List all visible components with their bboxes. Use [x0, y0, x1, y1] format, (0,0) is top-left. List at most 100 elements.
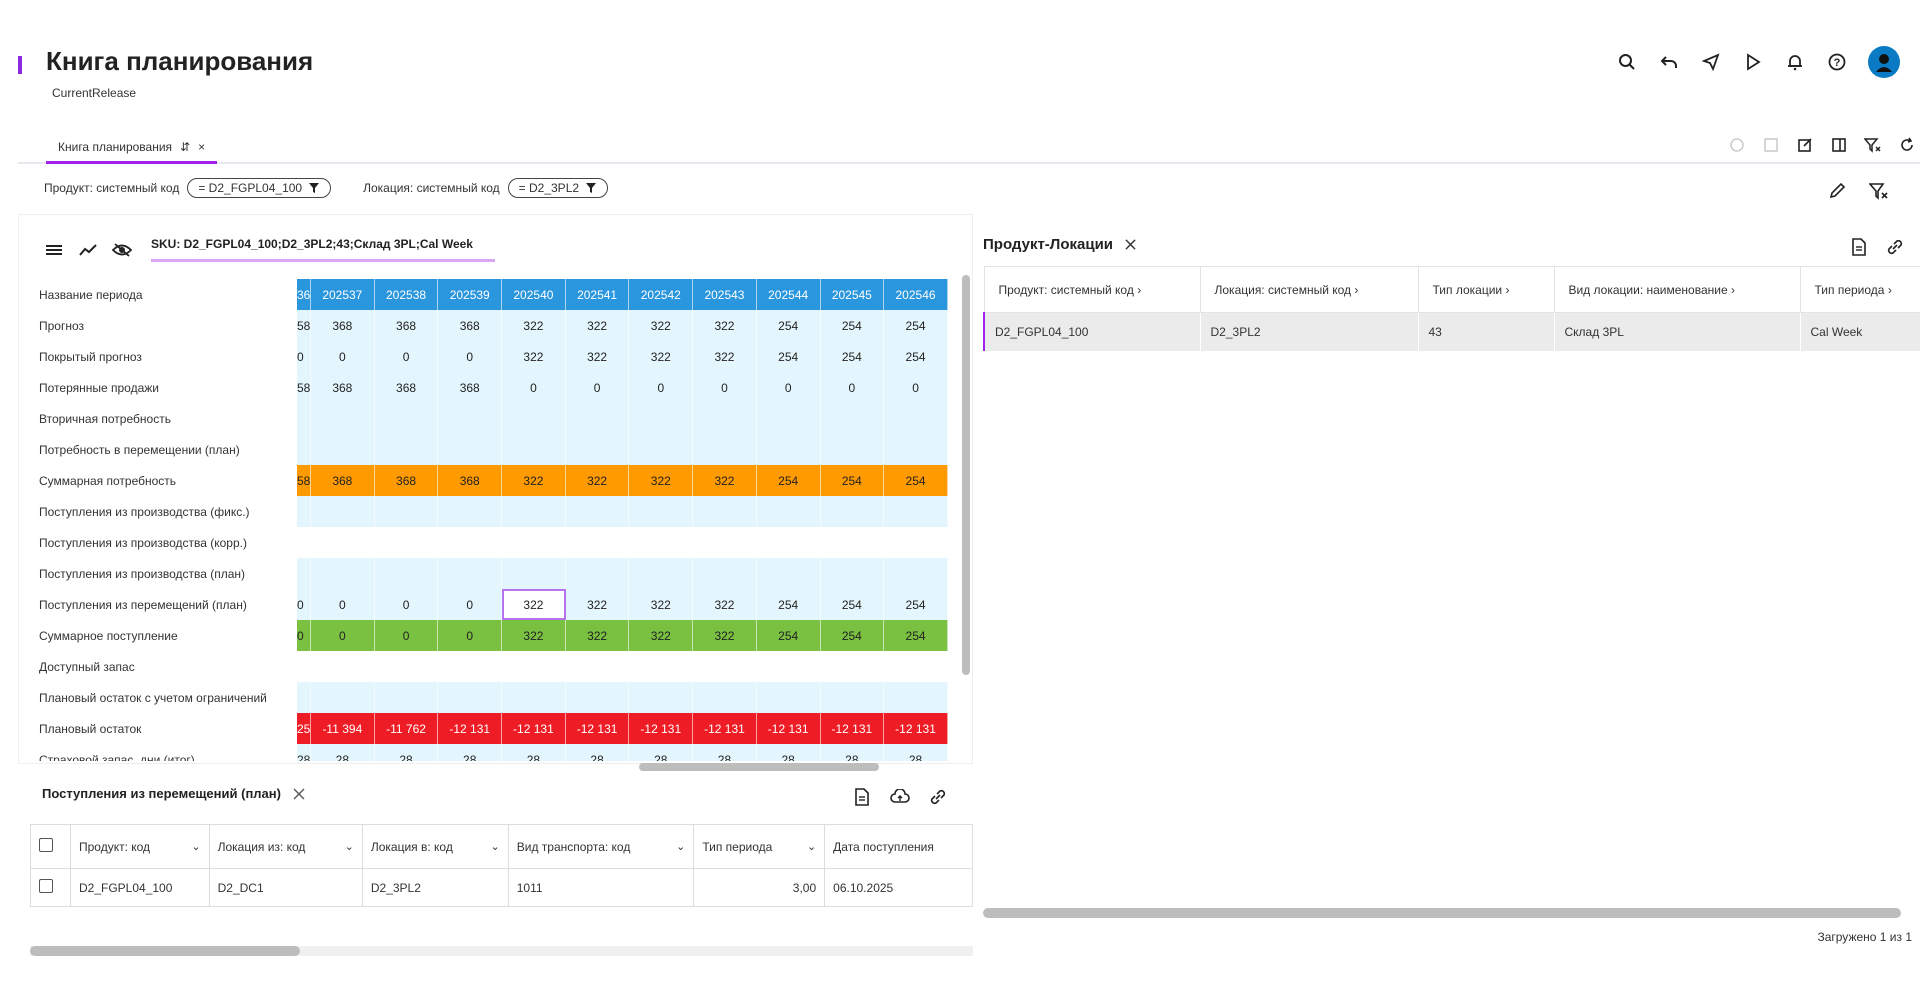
grid-cell[interactable]: 28: [693, 744, 757, 761]
grid-cell[interactable]: 28: [297, 744, 311, 761]
grid-cell[interactable]: [297, 434, 311, 465]
hide-icon[interactable]: [111, 239, 133, 261]
pin-icon[interactable]: ⇵: [180, 140, 190, 161]
grid-cell[interactable]: 28: [756, 744, 821, 761]
bell-icon[interactable]: [1784, 51, 1806, 73]
grid-cell[interactable]: 322: [565, 589, 630, 620]
grid-cell[interactable]: -12 131: [565, 713, 630, 744]
grid-cell[interactable]: [565, 527, 630, 558]
location-filter-chip[interactable]: = D2_3PL2: [507, 178, 609, 198]
grid-cell[interactable]: [502, 558, 566, 589]
period-header-cell[interactable]: 202542: [629, 279, 694, 310]
chevron-down-icon[interactable]: ⌄: [807, 840, 816, 853]
grid-cell[interactable]: [693, 558, 757, 589]
grid-cell[interactable]: -12 131: [884, 713, 948, 744]
grid-cell[interactable]: [311, 682, 375, 713]
grid-cell[interactable]: -12 131: [820, 713, 885, 744]
grid-cell[interactable]: 254: [884, 589, 948, 620]
grid-cell[interactable]: 322: [629, 465, 694, 496]
search-icon[interactable]: [1616, 51, 1638, 73]
edit-square-icon[interactable]: [1796, 136, 1814, 154]
grid-cell[interactable]: 322: [693, 310, 757, 341]
grid-cell[interactable]: [297, 403, 311, 434]
grid-cell[interactable]: [438, 558, 503, 589]
period-header-cell[interactable]: 202544: [756, 279, 821, 310]
row-checkbox[interactable]: [39, 879, 53, 893]
column-header[interactable]: Вид локации: наименование ›: [1553, 266, 1801, 313]
grid-cell[interactable]: 322: [565, 465, 630, 496]
grid-cell[interactable]: 0: [311, 341, 375, 372]
column-header[interactable]: Вид транспорта: код ⌄: [507, 824, 695, 869]
grid-cell[interactable]: 254: [756, 310, 821, 341]
horizontal-scrollbar[interactable]: [639, 763, 879, 771]
grid-cell[interactable]: 0: [565, 372, 630, 403]
chevron-down-icon[interactable]: ⌄: [345, 840, 354, 853]
grid-cell[interactable]: [756, 496, 821, 527]
grid-cell[interactable]: [629, 558, 694, 589]
chevron-right-icon[interactable]: ›: [1731, 283, 1735, 297]
undo-icon[interactable]: [1658, 51, 1680, 73]
grid-cell[interactable]: 28: [820, 744, 885, 761]
table-cell[interactable]: 1011: [507, 868, 695, 907]
period-header-cell[interactable]: 36: [297, 279, 311, 310]
grid-cell[interactable]: 28: [374, 744, 439, 761]
grid-cell[interactable]: 0: [297, 589, 311, 620]
period-header-cell[interactable]: 202543: [693, 279, 757, 310]
grid-cell[interactable]: [438, 682, 503, 713]
grid-cell[interactable]: 322: [693, 620, 757, 651]
grid-cell[interactable]: 28: [311, 744, 375, 761]
table-row[interactable]: D2_FGPL04_100 D2_DC1 D2_3PL2 1011 3,00 0…: [30, 868, 973, 907]
grid-cell[interactable]: [502, 403, 566, 434]
grid-cell[interactable]: [629, 651, 694, 682]
row-select-cell[interactable]: [30, 868, 71, 907]
chevron-down-icon[interactable]: ⌄: [676, 840, 685, 853]
column-header[interactable]: Продукт: код ⌄: [70, 824, 210, 869]
grid-cell[interactable]: [629, 496, 694, 527]
grid-cell[interactable]: [311, 527, 375, 558]
table-cell[interactable]: D2_3PL2: [361, 868, 509, 907]
grid-cell[interactable]: [756, 651, 821, 682]
tab-planning-book[interactable]: Книга планирования ⇵ ×: [46, 136, 218, 164]
grid-cell[interactable]: [884, 403, 948, 434]
chevron-right-icon[interactable]: ›: [1354, 283, 1358, 297]
grid-cell[interactable]: 0: [374, 341, 439, 372]
grid-cell[interactable]: 368: [374, 465, 439, 496]
avatar[interactable]: [1868, 46, 1900, 78]
period-header-cell[interactable]: 202546: [884, 279, 948, 310]
column-header[interactable]: Локация из: код ⌄: [208, 824, 363, 869]
grid-cell[interactable]: [629, 527, 694, 558]
column-header[interactable]: Тип периода ⌄: [693, 824, 826, 869]
grid-cell[interactable]: [374, 558, 439, 589]
grid-cell[interactable]: [693, 434, 757, 465]
grid-cell[interactable]: -11 394: [311, 713, 375, 744]
grid-cell[interactable]: [820, 527, 885, 558]
grid-cell[interactable]: 368: [311, 465, 375, 496]
grid-cell[interactable]: 28: [565, 744, 630, 761]
table-cell[interactable]: D2_3PL2: [1200, 312, 1419, 351]
grid-cell[interactable]: [884, 651, 948, 682]
grid-cell[interactable]: [438, 434, 503, 465]
period-header-cell[interactable]: 202538: [374, 279, 439, 310]
horizontal-scrollbar[interactable]: [983, 908, 1920, 918]
grid-cell[interactable]: 254: [820, 310, 885, 341]
period-header-cell[interactable]: 202539: [438, 279, 503, 310]
grid-cell[interactable]: 0: [756, 372, 821, 403]
grid-cell[interactable]: [565, 558, 630, 589]
grid-cell[interactable]: 254: [756, 465, 821, 496]
grid-cell[interactable]: [374, 434, 439, 465]
chevron-down-icon[interactable]: ⌄: [191, 840, 200, 853]
cloud-upload-icon[interactable]: [889, 786, 911, 808]
grid-cell[interactable]: 368: [311, 372, 375, 403]
table-cell[interactable]: Cal Week: [1800, 312, 1920, 351]
grid-cell[interactable]: [756, 434, 821, 465]
grid-cell[interactable]: [502, 682, 566, 713]
link-icon[interactable]: [927, 786, 949, 808]
grid-cell[interactable]: [311, 434, 375, 465]
grid-cell[interactable]: 28: [884, 744, 948, 761]
grid-cell[interactable]: [438, 527, 503, 558]
grid-cell[interactable]: 254: [820, 620, 885, 651]
grid-cell[interactable]: [297, 527, 311, 558]
grid-cell[interactable]: 254: [820, 341, 885, 372]
table-cell[interactable]: D2_DC1: [208, 868, 363, 907]
grid-cell[interactable]: [311, 496, 375, 527]
